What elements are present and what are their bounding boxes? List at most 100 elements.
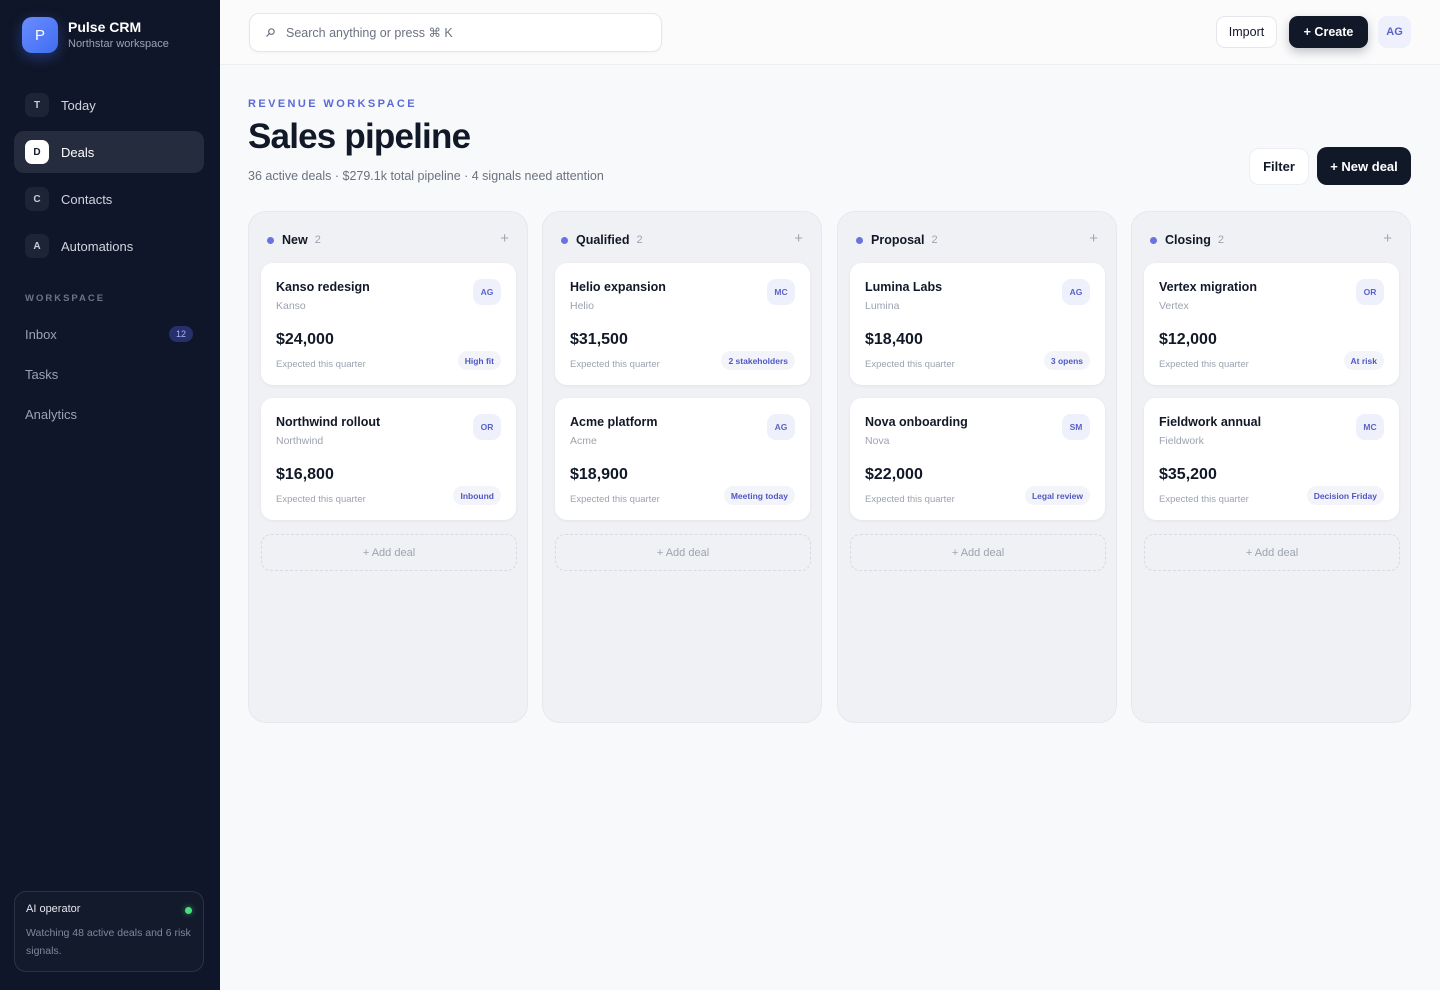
ai-operator-description: Watching 48 active deals and 6 risk sign… [26,927,191,957]
column-title: New [282,233,308,247]
deal-signal-badge: 3 opens [1043,351,1090,370]
nav-key-icon: C [25,187,49,211]
deal-card[interactable]: Nova onboarding Nova SM $22,000 Expected… [850,398,1105,520]
deal-expected: Expected this quarter [276,494,366,505]
column-header: New 2 + [267,230,509,248]
deal-title: Northwind rollout [276,415,381,429]
workspace-item-label: Inbox [25,326,57,342]
nav-item-automations[interactable]: A Automations [14,225,204,267]
page-title: Sales pipeline [248,117,471,156]
deal-expected: Expected this quarter [865,494,955,505]
workspace-list: Inbox 12 Tasks Analytics [14,314,204,434]
nav-key-icon: T [25,93,49,117]
deal-title: Lumina Labs [865,280,943,294]
add-deal-button[interactable]: + Add deal [261,534,517,571]
page-subtitle: 36 active deals · $279.1k total pipeline… [248,169,604,183]
ai-operator-card[interactable]: AI operator Watching 48 active deals and… [14,891,204,972]
nav-item-today[interactable]: T Today [14,84,204,126]
workspace-name: Northstar workspace [68,38,169,50]
owner-avatar: MC [1356,414,1384,440]
owner-avatar: MC [767,279,795,305]
deal-signal-badge: 2 stakeholders [721,351,795,370]
stage-dot-icon [267,236,274,244]
plus-icon[interactable]: + [500,230,509,247]
deal-card[interactable]: Fieldwork annual Fieldwork MC $35,200 Ex… [1144,398,1399,520]
column-count: 2 [314,234,321,246]
nav-item-label: Contacts [61,191,113,207]
column-title: Closing [1165,233,1211,247]
user-avatar[interactable]: AG [1378,16,1411,48]
create-button[interactable]: + Create [1289,16,1368,48]
sidebar: P Pulse CRM Northstar workspace T Today … [0,0,220,990]
brand-logo: P [22,17,58,53]
column-title: Qualified [576,233,630,247]
column-header: Proposal 2 + [856,230,1098,248]
deal-amount: $22,000 [865,466,923,483]
deal-card[interactable]: Kanso redesign Kanso AG $24,000 Expected… [261,263,516,385]
deal-signal-badge: Legal review [1024,486,1090,505]
column-count: 2 [1217,234,1224,246]
import-button[interactable]: Import [1216,16,1277,48]
deal-title: Acme platform [570,415,658,429]
deal-amount: $16,800 [276,466,334,483]
owner-avatar: AG [767,414,795,440]
deal-company: Vertex [1159,300,1189,312]
add-deal-button[interactable]: + Add deal [850,534,1106,571]
add-deal-button[interactable]: + Add deal [1144,534,1400,571]
brand[interactable]: P Pulse CRM Northstar workspace [22,17,169,53]
owner-avatar: AG [1062,279,1090,305]
deal-amount: $18,400 [865,331,923,348]
deal-company: Fieldwork [1159,435,1204,447]
deal-card[interactable]: Helio expansion Helio MC $31,500 Expecte… [555,263,810,385]
add-deal-button[interactable]: + Add deal [555,534,811,571]
deal-company: Nova [865,435,890,447]
deal-title: Nova onboarding [865,415,968,429]
owner-avatar: AG [473,279,501,305]
page-eyebrow: REVENUE WORKSPACE [248,98,417,110]
workspace-item-tasks[interactable]: Tasks [14,354,204,394]
plus-icon[interactable]: + [1383,230,1392,247]
plus-icon[interactable]: + [1089,230,1098,247]
deal-amount: $35,200 [1159,466,1217,483]
deal-expected: Expected this quarter [865,359,955,370]
stage-dot-icon [561,236,568,244]
new-deal-button[interactable]: + New deal [1317,147,1411,185]
deal-card[interactable]: Acme platform Acme AG $18,900 Expected t… [555,398,810,520]
deal-amount: $31,500 [570,331,628,348]
owner-avatar: OR [1356,279,1384,305]
search-input[interactable]: Search anything or press ⌘ K [249,13,662,52]
nav-item-contacts[interactable]: C Contacts [14,178,204,220]
workspace-item-inbox[interactable]: Inbox 12 [14,314,204,354]
nav-item-label: Automations [61,238,134,254]
plus-icon[interactable]: + [794,230,803,247]
deal-card[interactable]: Northwind rollout Northwind OR $16,800 E… [261,398,516,520]
deal-signal-badge: Meeting today [723,486,795,505]
status-online-icon [185,907,192,914]
deal-expected: Expected this quarter [570,359,660,370]
deal-signal-badge: Inbound [453,486,501,505]
nav-item-deals[interactable]: D Deals [14,131,204,173]
column-header: Qualified 2 + [561,230,803,248]
workspace-item-analytics[interactable]: Analytics [14,394,204,434]
search-icon [266,28,275,37]
column-count: 2 [636,234,643,246]
column-header: Closing 2 + [1150,230,1392,248]
deal-card[interactable]: Vertex migration Vertex OR $12,000 Expec… [1144,263,1399,385]
inbox-count-badge: 12 [168,326,193,342]
filter-button[interactable]: Filter [1249,148,1309,185]
ai-operator-title: AI operator [26,903,81,915]
deal-amount: $18,900 [570,466,628,483]
deal-company: Acme [570,435,597,447]
nav-item-label: Today [61,97,96,113]
deal-title: Fieldwork annual [1159,415,1262,429]
topbar: Search anything or press ⌘ K Import + Cr… [220,0,1440,65]
deal-amount: $24,000 [276,331,334,348]
workspace-item-label: Analytics [25,406,78,422]
main-nav: T Today D Deals C Contacts A Automations [14,84,204,272]
deal-card[interactable]: Lumina Labs Lumina AG $18,400 Expected t… [850,263,1105,385]
deal-expected: Expected this quarter [276,359,366,370]
search-placeholder: Search anything or press ⌘ K [286,26,453,40]
deal-title: Vertex migration [1159,280,1257,294]
nav-key-icon: A [25,234,49,258]
brand-text: Pulse CRM Northstar workspace [68,18,169,52]
